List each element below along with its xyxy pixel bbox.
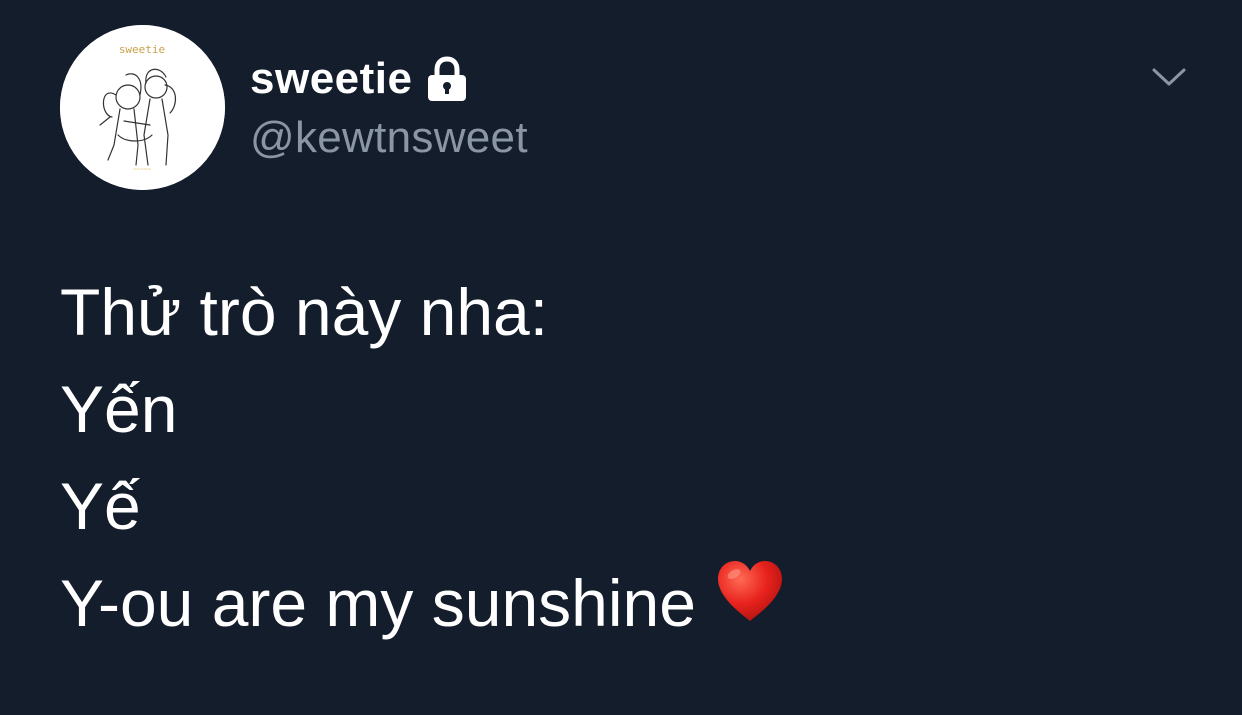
tweet-line: Thử trò này nha: bbox=[60, 275, 549, 349]
svg-text:~~~~~: ~~~~~ bbox=[133, 166, 151, 173]
heart-icon bbox=[716, 552, 784, 649]
display-name[interactable]: sweetie bbox=[250, 50, 412, 108]
tweet-line-last: Y-ou are my sunshine bbox=[60, 555, 784, 657]
tweet-text: Thử trò này nha: Yến Yế Y-ou are my suns… bbox=[60, 264, 784, 657]
lock-icon bbox=[426, 56, 468, 102]
tweet-line: Yến bbox=[60, 372, 178, 446]
tweet-line: Yế bbox=[60, 469, 141, 543]
avatar-caption: sweetie bbox=[119, 43, 165, 56]
avatar-drawing-icon: sweetie ~~~~~ bbox=[60, 25, 225, 190]
chevron-down-icon[interactable] bbox=[1150, 62, 1188, 92]
tweet-line-text: Y-ou are my sunshine bbox=[60, 566, 696, 640]
tweet-card: sweetie ~~~~~ sweetie @kewtnsweet Thử tr… bbox=[0, 0, 1242, 715]
user-handle[interactable]: @kewtnsweet bbox=[250, 110, 528, 166]
avatar[interactable]: sweetie ~~~~~ bbox=[60, 25, 225, 190]
display-name-row: sweetie bbox=[250, 50, 468, 108]
